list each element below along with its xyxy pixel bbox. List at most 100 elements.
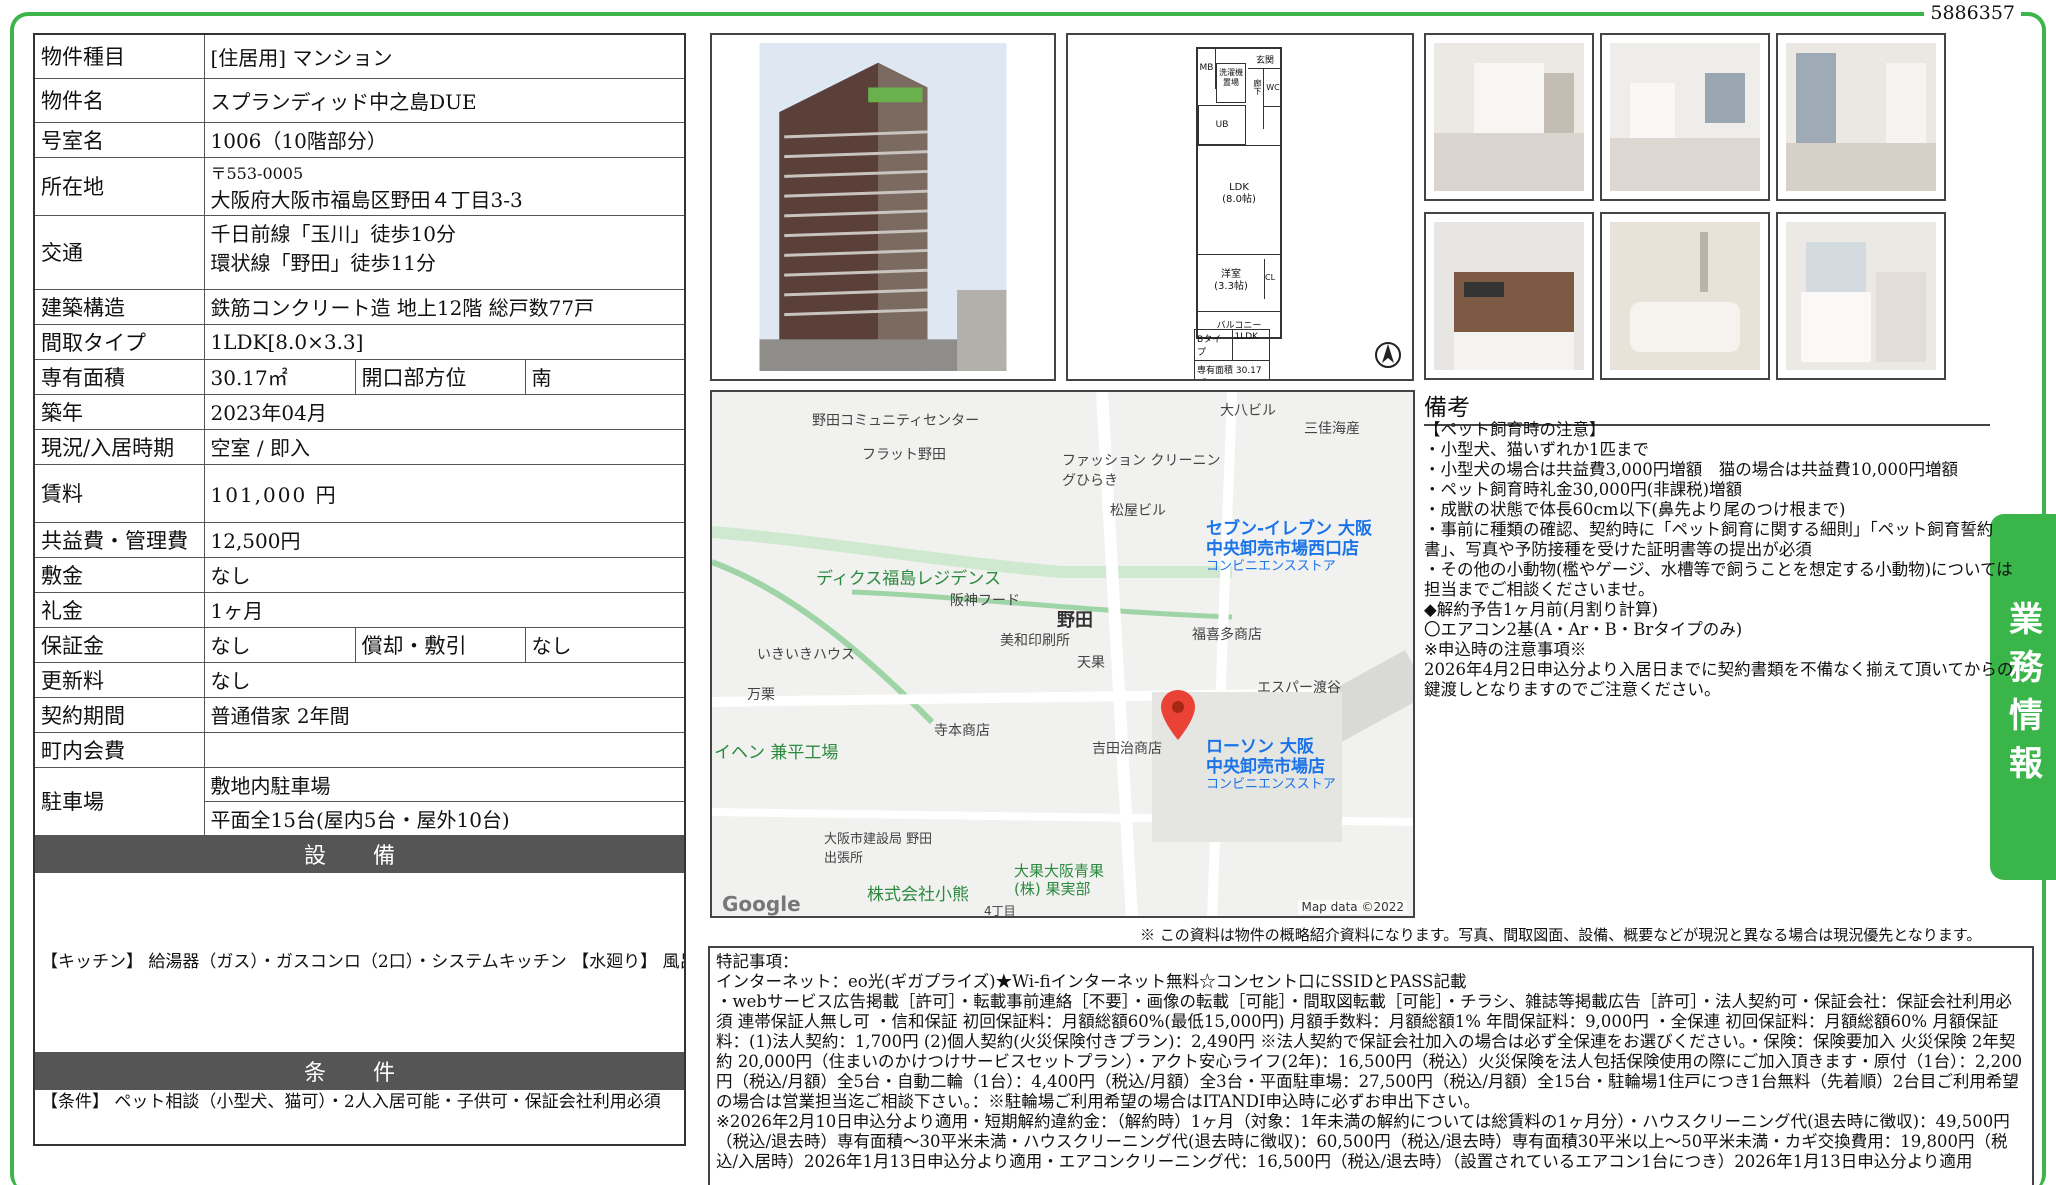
value-reikin: 1ヶ月 <box>203 591 686 628</box>
map-label-26: 株式会社小熊 <box>867 885 969 905</box>
map-label-11: 阪神フード <box>950 593 1020 609</box>
setsubi-header: 設 備 <box>33 834 686 873</box>
label-room: 号室名 <box>33 121 205 158</box>
label-traffic: 交通 <box>33 214 205 290</box>
map-label-6: 松屋ビル <box>1110 503 1166 519</box>
fp-wc: WC <box>1264 69 1282 107</box>
map-label-9: コンビニエンスストア <box>1206 559 1336 574</box>
fp-mb: MB <box>1198 49 1216 89</box>
disclaimer: ※ この資料は物件の概略紹介資料になります。写真、間取図面、設備、概要などが現況… <box>1140 926 1982 944</box>
label-chokai: 町内会費 <box>33 731 205 768</box>
building-illustration <box>759 43 1007 371</box>
map-label-20: イヘン 兼平工場 <box>714 743 839 763</box>
google-logo: Google <box>722 892 801 916</box>
label-hoshokin: 保証金 <box>33 626 205 663</box>
label-address: 所在地 <box>33 156 205 216</box>
map-label-19: 寺本商店 <box>934 723 990 739</box>
map-label-5: ファッション クリーニングひらき <box>1062 453 1221 489</box>
interior-photo-2[interactable] <box>1600 33 1770 201</box>
value-name: スプランディッド中之島DUE <box>203 77 686 123</box>
label-koshin: 更新料 <box>33 661 205 698</box>
value-kanri: 12,500円 <box>203 521 686 558</box>
building-photo[interactable] <box>710 33 1056 381</box>
label-status: 現況/入居時期 <box>33 428 205 465</box>
location-pin-icon <box>1161 690 1195 740</box>
label-area: 専有面積 <box>33 358 205 395</box>
label-kanri: 共益費・管理費 <box>33 521 205 558</box>
floor-plan-outline: MB 洗濯機置場 玄関 廊下 WC UB LDK (8.0帖) 洋室 (3.3帖… <box>1196 47 1282 339</box>
map-label-4: フラット野田 <box>862 447 946 463</box>
value-hoshokin: なし <box>203 626 356 663</box>
map-label-10: ディクス福島レジデンス <box>816 569 1001 589</box>
photo-content <box>1786 43 1936 191</box>
north-arrow-icon <box>1375 342 1401 368</box>
value-parking-1: 敷地内駐車場 <box>203 766 686 802</box>
value-keiyaku: 普通借家 2年間 <box>203 696 686 733</box>
label-shokyaku: 償却・敷引 <box>354 626 526 663</box>
location-map[interactable]: 野田コミュニティセンター 大八ビル 三佳海産 フラット野田 ファッション クリー… <box>710 390 1415 918</box>
fp-wash: 洗濯機置場 <box>1216 63 1246 103</box>
fp-yoshitsu: 洋室 (3.3帖) <box>1214 269 1248 292</box>
map-label-15: いきいきハウス <box>757 647 855 663</box>
label-direction: 開口部方位 <box>354 358 526 395</box>
map-label-27: 大果大阪青果 (株) 果実部 <box>1014 862 1105 898</box>
map-label-16: 天果 <box>1077 655 1105 671</box>
photo-content <box>1610 222 1760 370</box>
interior-photo-3[interactable] <box>1776 33 1946 201</box>
value-shikikin: なし <box>203 556 686 593</box>
value-status: 空室 / 即入 <box>203 428 686 465</box>
value-area: 30.17㎡ <box>203 358 356 395</box>
joken-text: 【条件】 ペット相談（小型犬、猫可）・2人入居可能・子供可・保証会社利用必須 <box>33 1088 686 1146</box>
label-parking: 駐車場 <box>33 766 205 836</box>
label-keiyaku: 契約期間 <box>33 696 205 733</box>
fp-type: Bタイプ <box>1197 335 1222 358</box>
map-label-3: 三佳海産 <box>1304 421 1360 437</box>
value-direction: 南 <box>524 358 686 395</box>
value-parking-2: 平面全15台(屋内5台・屋外10台) <box>203 800 686 836</box>
fp-type-box: Bタイプ 1LDK 専有面積 30.17㎡ <box>1194 329 1270 379</box>
map-label-25: 大阪市建設局 野田出張所 <box>824 832 933 866</box>
map-credit: Map data ©2022 <box>1298 900 1407 914</box>
floor-plan[interactable]: MB 洗濯機置場 玄関 廊下 WC UB LDK (8.0帖) 洋室 (3.3帖… <box>1066 33 1414 381</box>
map-label-18: 万栗 <box>747 687 775 703</box>
map-label-12: 野田 <box>1057 610 1093 631</box>
fp-ub: UB <box>1198 105 1246 145</box>
label-rent: 賃料 <box>33 463 205 523</box>
map-label-14: 美和印刷所 <box>1000 633 1070 649</box>
label-structure: 建築構造 <box>33 288 205 325</box>
value-traffic-1: 千日前線「玉川」徒歩10分 <box>210 221 456 246</box>
map-label-24: コンビニエンスストア <box>1206 777 1336 792</box>
special-notes: 特記事項： インターネット：eo光(ギガプライズ)★Wi-fiインターネット無料… <box>708 946 2034 1185</box>
fp-ldk: LDK (8.0帖) <box>1198 145 1280 255</box>
label-type: 物件種目 <box>33 33 205 79</box>
value-rent: 101,000 円 <box>203 463 686 523</box>
value-chokai <box>203 731 686 768</box>
value-shokyaku: なし <box>524 626 686 663</box>
label-shikikin: 敷金 <box>33 556 205 593</box>
value-koshin: なし <box>203 661 686 698</box>
joken-header: 条 件 <box>33 1051 686 1090</box>
map-label-1: 野田コミュニティセンター <box>812 413 980 429</box>
interior-photo-1[interactable] <box>1424 33 1594 201</box>
value-structure: 鉄筋コンクリート造 地上12階 総戸数77戸 <box>203 288 686 325</box>
fp-menseki: 専有面積 30.17㎡ <box>1197 366 1262 376</box>
fp-madori: 1LDK <box>1231 330 1270 360</box>
value-type: [住居用] マンション <box>203 33 686 79</box>
photo-content <box>1610 43 1760 191</box>
map-label-13: 福喜多商店 <box>1192 627 1262 643</box>
value-traffic-2: 環状線「野田」徒歩11分 <box>210 250 436 275</box>
value-zip: 〒553-0005 <box>210 163 304 183</box>
photo-content <box>1434 222 1584 370</box>
fp-genkan: 玄関 <box>1248 49 1282 69</box>
label-name: 物件名 <box>33 77 205 123</box>
photo-content <box>1786 222 1936 370</box>
document-id: 5886357 <box>1924 2 2021 24</box>
interior-photo-4[interactable] <box>1424 212 1594 380</box>
setsubi-text: 【キッチン】 給湯器（ガス）・ガスコンロ（2口）・システムキッチン 【水廻り】 … <box>33 871 686 1053</box>
value-built: 2023年04月 <box>203 393 686 430</box>
photo-content <box>1434 43 1584 191</box>
label-layout: 間取タイプ <box>33 323 205 360</box>
interior-photo-5[interactable] <box>1600 212 1770 380</box>
value-room: 1006（10階部分） <box>203 121 686 158</box>
interior-photo-6[interactable] <box>1776 212 1946 380</box>
